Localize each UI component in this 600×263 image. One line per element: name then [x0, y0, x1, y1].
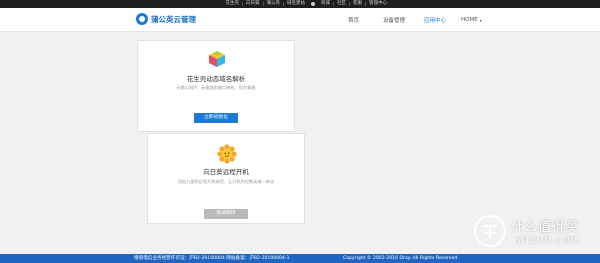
header: 蒲公英云管理 首页 设备管理 应用中心 HOME ▾ — [0, 8, 600, 32]
logo[interactable]: 蒲公英云管理 — [136, 13, 196, 25]
coming-soon-button: 敬请期待 — [204, 209, 248, 219]
nav-device-management[interactable]: 设备管理 — [383, 16, 405, 24]
top-bar: 花生壳 向日葵 蒲公英 域名建站 商城 社区 客服 管理中心 — [0, 0, 600, 8]
card-description: 添加九楼的远程开机体验，让开机和控制无缝一体化 — [177, 179, 275, 184]
chevron-down-icon[interactable]: ▾ — [480, 18, 482, 23]
sunflower-icon — [217, 144, 237, 164]
top-link-huashengke[interactable]: 花生壳 — [223, 0, 243, 8]
top-link-xiangrikui[interactable]: 向日葵 — [243, 0, 263, 8]
top-links: 花生壳 向日葵 蒲公英 域名建站 商城 社区 客服 管理中心 — [223, 0, 391, 8]
smzdm-logo-icon — [473, 214, 507, 248]
logo-text: 蒲公英云管理 — [151, 14, 196, 24]
card-ddns: 花生壳动态域名解析 无需公网IP、无需路由端口映射、即在掌握 立即初始化 — [137, 40, 295, 132]
license-text: 增值电信业务经营许可证：沪B2-20100004 网站备案：沪B2-201000… — [134, 256, 290, 261]
top-link-admin[interactable]: 管理中心 — [366, 0, 390, 8]
card-title: 花生壳动态域名解析 — [186, 75, 246, 83]
main-nav: 首页 设备管理 应用中心 HOME ▾ — [340, 8, 482, 32]
top-link-store[interactable]: 商城 — [318, 0, 333, 8]
card-title: 向日葵远程开机 — [203, 168, 249, 176]
watermark-text-en: SMZDM.COM — [515, 236, 580, 246]
colorful-cube-icon — [209, 51, 225, 67]
top-link-community[interactable]: 社区 — [334, 0, 349, 8]
initialize-button[interactable]: 立即初始化 — [194, 113, 238, 123]
watermark: 什么值得买 SMZDM.COM — [465, 212, 600, 254]
nav-home[interactable]: 首页 — [348, 16, 359, 24]
card-remote-boot: 向日葵远程开机 添加九楼的远程开机体验，让开机和控制无缝一体化 敬请期待 — [147, 133, 305, 224]
nav-home-dropdown[interactable]: HOME — [461, 17, 478, 23]
logo-icon — [136, 13, 148, 25]
footer: 增值电信业务经营许可证：沪B2-20100004 网站备案：沪B2-201000… — [0, 254, 600, 263]
watermark-text-cn: 什么值得买 — [511, 220, 579, 235]
top-link-service[interactable]: 客服 — [350, 0, 365, 8]
account-icon[interactable] — [311, 2, 315, 6]
card-description: 无需公网IP、无需路由端口映射、即在掌握 — [176, 85, 256, 90]
nav-app-center[interactable]: 应用中心 — [424, 16, 446, 24]
copyright-text: Copyright © 2002-2016 Oray. All Rights R… — [343, 256, 458, 261]
top-link-pugongying[interactable]: 蒲公英 — [264, 0, 284, 8]
top-link-domain[interactable]: 域名建站 — [284, 0, 308, 8]
